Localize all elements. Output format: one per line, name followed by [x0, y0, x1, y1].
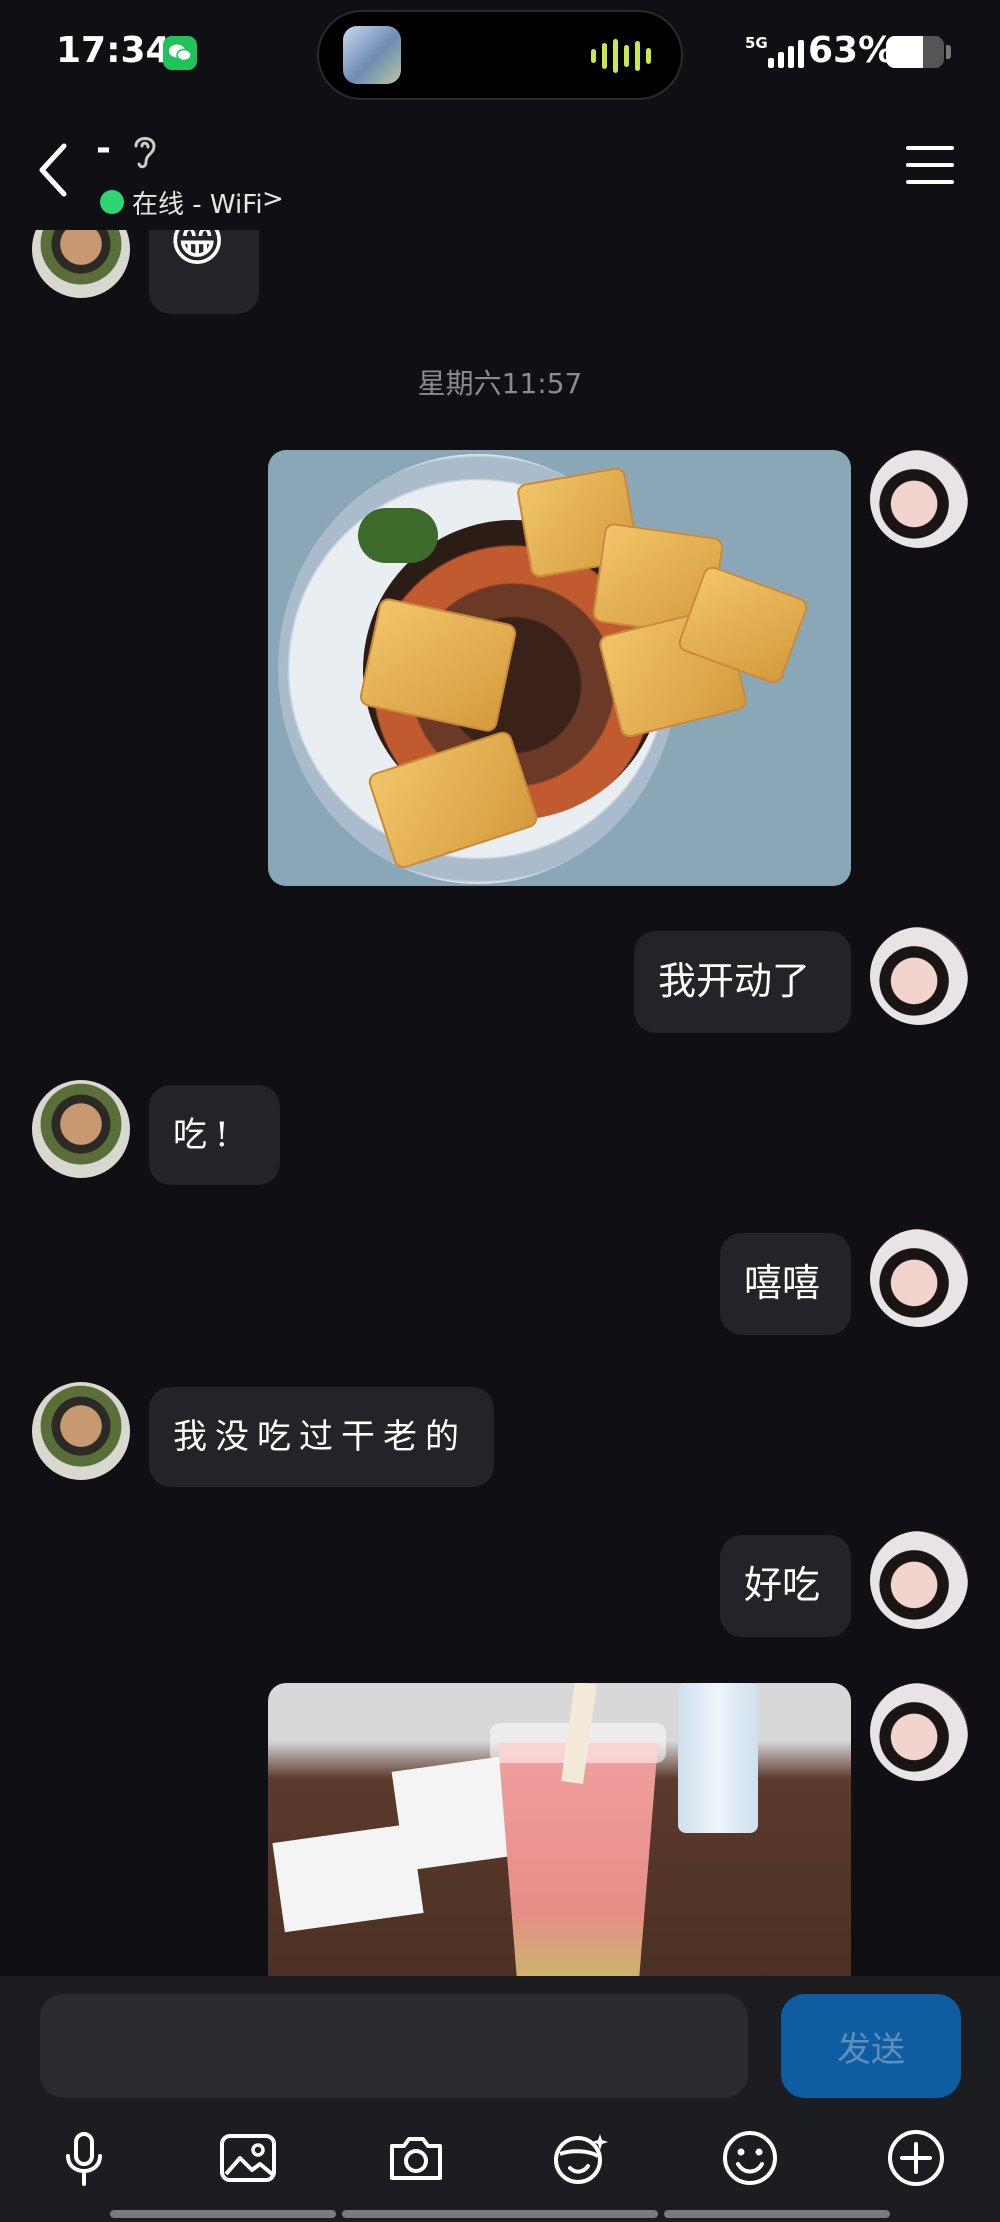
- contact-avatar[interactable]: [32, 1080, 130, 1178]
- contact-avatar[interactable]: [32, 230, 130, 298]
- wechat-notification-icon: [163, 36, 197, 70]
- menu-button[interactable]: [906, 146, 954, 186]
- input-area: 发送: [0, 1976, 1000, 2222]
- camera-icon[interactable]: [386, 2128, 446, 2188]
- my-avatar[interactable]: [870, 1683, 968, 1781]
- image-message-noodles[interactable]: [268, 450, 851, 886]
- my-avatar[interactable]: [870, 927, 968, 1025]
- chevron-left-icon: [39, 143, 67, 197]
- my-avatar[interactable]: [870, 1229, 968, 1327]
- chevron-right-icon: >: [262, 184, 284, 214]
- hamburger-line: [906, 146, 954, 150]
- send-button[interactable]: 发送: [781, 1994, 961, 2098]
- now-playing-artwork: [343, 26, 401, 84]
- home-indicator: [342, 2210, 658, 2218]
- home-indicator: [664, 2210, 890, 2218]
- message-bubble[interactable]: 😁: [149, 230, 259, 314]
- status-bar: 17:34 5G 63%: [0, 0, 1000, 110]
- status-time: 17:34: [56, 30, 171, 71]
- message-timestamp: 星期六11:57: [417, 367, 583, 400]
- my-avatar[interactable]: [870, 450, 968, 548]
- sticker-icon[interactable]: [550, 2128, 610, 2188]
- my-avatar[interactable]: [870, 1531, 968, 1629]
- message-bubble[interactable]: 嘻嘻: [720, 1233, 851, 1335]
- message-bubble[interactable]: 好吃: [720, 1535, 851, 1637]
- online-status-dot: [100, 190, 124, 214]
- message-bubble[interactable]: 我开动了: [634, 931, 851, 1033]
- hamburger-line: [906, 163, 954, 167]
- presence-text[interactable]: 在线 - WiFi: [132, 184, 263, 221]
- plus-icon[interactable]: [886, 2128, 946, 2188]
- emoji-icon[interactable]: [720, 2128, 780, 2188]
- message-input[interactable]: [40, 1994, 748, 2098]
- battery-icon: [886, 36, 944, 68]
- image-message-bubble-tea[interactable]: [268, 1683, 851, 1976]
- network-type: 5G: [745, 34, 768, 52]
- signal-icon: [768, 34, 804, 68]
- battery-percent: 63%: [808, 30, 895, 71]
- water-bottle-shape: [678, 1683, 758, 1833]
- dynamic-island[interactable]: [317, 10, 683, 100]
- contact-avatar[interactable]: [32, 1382, 130, 1480]
- home-indicator: [110, 2210, 336, 2218]
- ear-icon[interactable]: [130, 132, 160, 172]
- microphone-icon[interactable]: [54, 2128, 114, 2188]
- message-bubble[interactable]: 吃!: [149, 1085, 280, 1185]
- battery-cap: [946, 45, 951, 59]
- chat-header: - 在线 - WiFi >: [0, 110, 1000, 230]
- chat-list[interactable]: 😁 星期六11:57 我开动了 吃! 嘻嘻 我没吃过干老的 好吃: [0, 230, 1000, 1976]
- hamburger-line: [906, 180, 954, 184]
- contact-name[interactable]: -: [96, 128, 111, 169]
- audio-wave-icon: [591, 36, 651, 76]
- image-icon[interactable]: [218, 2128, 278, 2188]
- greens-shape: [358, 508, 438, 563]
- message-bubble[interactable]: 我没吃过干老的: [149, 1387, 494, 1487]
- back-button[interactable]: [30, 138, 80, 202]
